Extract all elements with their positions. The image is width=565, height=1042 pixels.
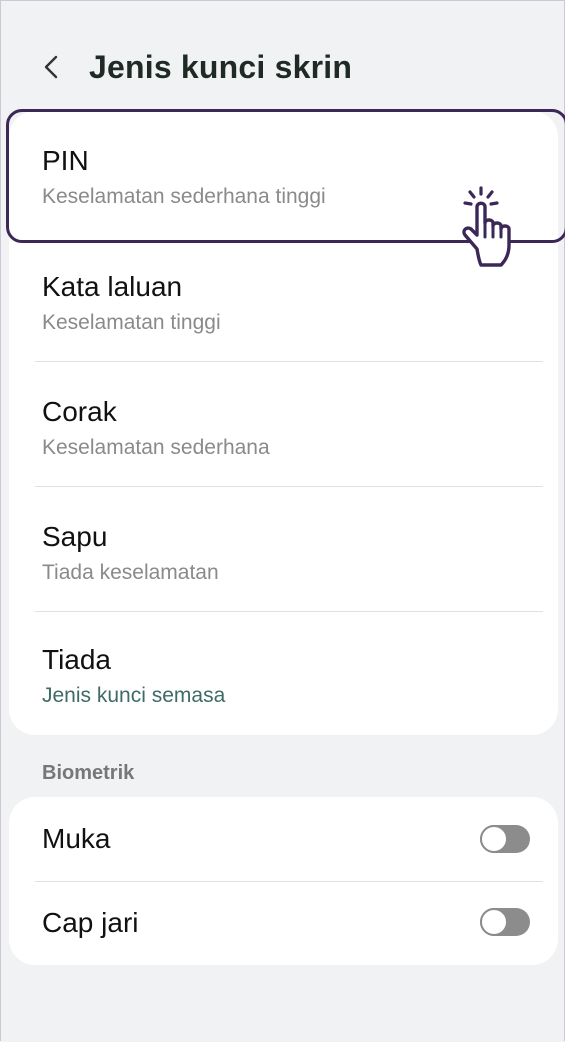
fingerprint-toggle[interactable] — [480, 908, 530, 936]
lock-option-title: Sapu — [42, 521, 108, 552]
lock-option-subtitle: Keselamatan sederhana tinggi — [42, 185, 326, 208]
biometric-item-title: Cap jari — [42, 907, 139, 938]
page-title: Jenis kunci skrin — [89, 49, 353, 85]
biometric-face-row[interactable]: Muka — [9, 797, 558, 881]
face-toggle[interactable] — [480, 825, 530, 853]
toggle-knob — [480, 825, 508, 853]
lock-option-swipe[interactable]: Sapu Tiada keselamatan — [9, 487, 558, 611]
lock-option-subtitle: Keselamatan tinggi — [42, 311, 221, 334]
lock-option-title: Tiada — [42, 644, 112, 675]
toggle-knob — [480, 908, 508, 936]
lock-screen-type-page: Jenis kunci skrin PIN Keselamatan sederh… — [1, 1, 565, 1042]
lock-option-none[interactable]: Tiada Jenis kunci semasa — [9, 612, 558, 735]
lock-option-subtitle: Keselamatan sederhana — [42, 436, 270, 459]
biometric-fingerprint-row[interactable]: Cap jari — [9, 882, 558, 965]
lock-option-pattern[interactable]: Corak Keselamatan sederhana — [9, 362, 558, 486]
hand-pointer-click-icon — [462, 186, 511, 267]
header: Jenis kunci skrin — [1, 1, 565, 111]
current-lock-type-label: Jenis kunci semasa — [42, 684, 226, 707]
chevron-left-icon[interactable] — [37, 47, 67, 87]
lock-option-title: PIN — [42, 145, 89, 176]
lock-option-title: Corak — [42, 396, 117, 427]
biometric-item-title: Muka — [42, 823, 111, 854]
lock-option-title: Kata laluan — [42, 271, 183, 302]
lock-option-subtitle: Tiada keselamatan — [42, 561, 219, 584]
biometric-card: Muka Cap jari — [9, 797, 558, 965]
biometric-section-label: Biometrik — [42, 762, 135, 784]
